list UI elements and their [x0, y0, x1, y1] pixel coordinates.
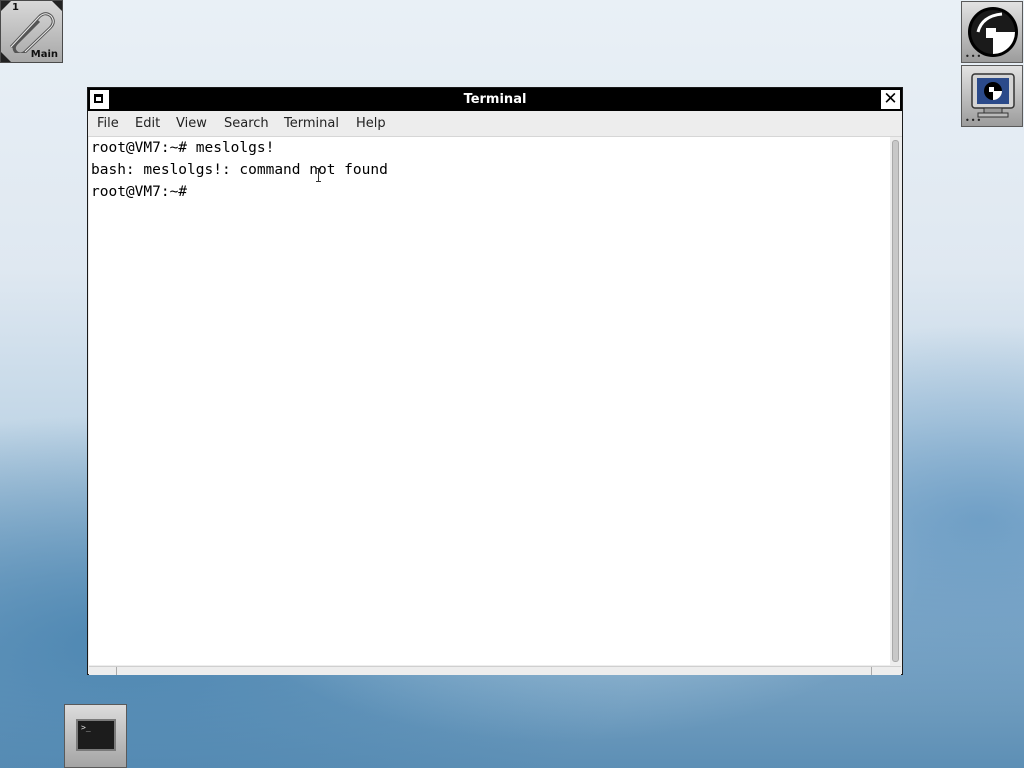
dock-app-icon[interactable]: ••• [961, 1, 1023, 63]
menu-bar: File Edit View Search Terminal Help [88, 111, 902, 137]
workspace-pager[interactable]: 1 Main [0, 0, 63, 63]
paperclip-icon [9, 12, 55, 53]
menu-file[interactable]: File [97, 116, 119, 131]
corner-marker [1, 52, 11, 62]
terminal-window: Terminal ✕ File Edit View Search Termina… [87, 87, 903, 675]
menu-search[interactable]: Search [224, 116, 269, 131]
terminal-line: root@VM7:~# meslolgs! [91, 140, 275, 156]
menu-terminal[interactable]: Terminal [284, 116, 339, 131]
app-menu-dots: ••• [965, 116, 983, 125]
close-button[interactable]: ✕ [880, 89, 901, 110]
resize-handle-right[interactable] [871, 667, 872, 675]
menu-view[interactable]: View [176, 116, 207, 131]
window-title: Terminal [463, 92, 527, 107]
terminal-line: bash: meslolgs!: command not found [91, 162, 388, 178]
menu-edit[interactable]: Edit [135, 116, 160, 131]
terminal-app-icon[interactable]: >_ [64, 704, 127, 768]
close-icon: ✕ [883, 89, 898, 109]
terminal-line: root@VM7:~# [91, 184, 188, 200]
app-menu-dots: ••• [965, 52, 983, 61]
text-cursor-icon [316, 168, 321, 182]
resize-bar[interactable] [89, 666, 901, 675]
menu-help[interactable]: Help [356, 116, 386, 131]
title-bar[interactable]: Terminal ✕ [88, 88, 902, 111]
terminal-output[interactable]: root@VM7:~# meslolgs! bash: meslolgs!: c… [89, 137, 892, 665]
scrollbar-thumb[interactable] [892, 140, 899, 662]
dock-app-icon[interactable]: ••• [961, 65, 1023, 127]
workspace-name: Main [30, 49, 58, 60]
vertical-scrollbar[interactable] [890, 137, 901, 665]
resize-handle-left[interactable] [116, 667, 117, 675]
terminal-icon: >_ [76, 719, 116, 751]
